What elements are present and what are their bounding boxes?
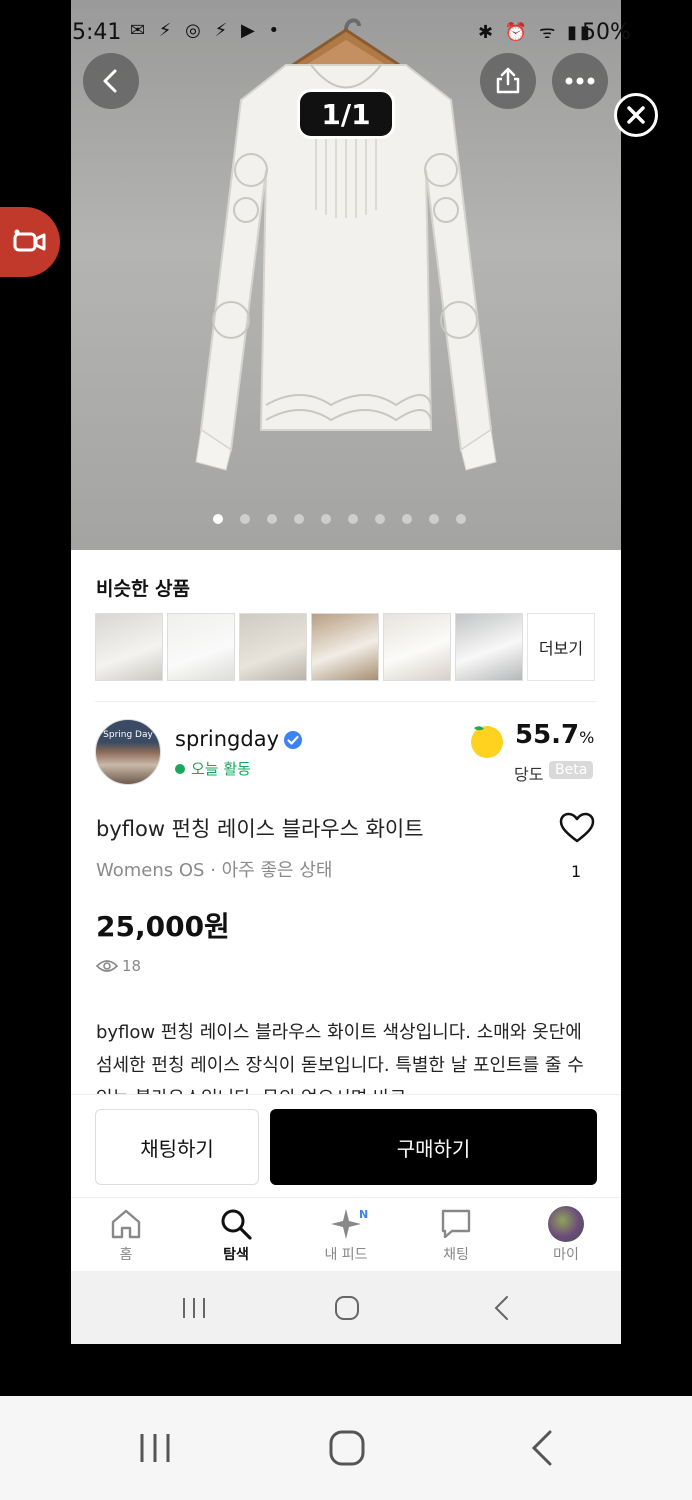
sweetness-unit: % xyxy=(579,728,595,747)
screen-recorder-icon[interactable] xyxy=(0,207,60,277)
similar-product-thumb[interactable] xyxy=(311,613,379,681)
tab-my[interactable]: 마이 xyxy=(511,1198,621,1271)
lemon-icon xyxy=(471,726,503,758)
tab-feed[interactable]: N 내 피드 xyxy=(291,1198,401,1271)
pagination-dot[interactable] xyxy=(294,514,304,524)
image-counter: 1/1 xyxy=(297,89,395,139)
close-icon[interactable] xyxy=(614,93,658,137)
eye-icon xyxy=(96,960,118,972)
pagination-dot[interactable] xyxy=(321,514,331,524)
seller-avatar[interactable]: Spring Day xyxy=(95,719,161,785)
feed-new-badge: N xyxy=(359,1208,369,1221)
product-price: 25,000원 xyxy=(96,910,230,943)
avatar-sign-text: Spring Day xyxy=(103,730,153,740)
product-image[interactable]: 1/1 xyxy=(71,0,621,550)
bottom-tab-bar: 홈 탐색 N 내 피드 채팅 마이 xyxy=(71,1197,621,1271)
pagination-dot[interactable] xyxy=(348,514,358,524)
back-button[interactable] xyxy=(83,53,139,109)
app-window: 1/1 비슷한 상품 더보기 Spring Day springday 오늘 활… xyxy=(71,0,621,1344)
system-nav-bar xyxy=(0,1396,692,1500)
chevron-left-icon xyxy=(103,69,117,93)
pagination-dot[interactable] xyxy=(429,514,439,524)
home-icon xyxy=(111,1209,141,1239)
image-pagination[interactable] xyxy=(213,514,466,524)
see-more-button[interactable]: 더보기 xyxy=(527,613,595,681)
similar-section-title: 비슷한 상품 xyxy=(96,578,191,600)
chat-icon xyxy=(441,1209,471,1239)
product-description: byflow 펀칭 레이스 블라우스 화이트 색상입니다. 소매와 옷단에 섬세… xyxy=(96,1022,584,1094)
profile-icon xyxy=(548,1206,584,1242)
product-meta: Womens OS · 아주 좋은 상태 xyxy=(96,860,333,881)
pagination-dot[interactable] xyxy=(402,514,412,524)
tab-label: 탐색 xyxy=(223,1247,249,1263)
verified-badge-icon xyxy=(284,731,302,749)
tab-label: 마이 xyxy=(553,1247,579,1263)
pagination-dot[interactable] xyxy=(240,514,250,524)
pagination-dot[interactable] xyxy=(456,514,466,524)
similar-product-thumb[interactable] xyxy=(95,613,163,681)
view-count-text: 18 xyxy=(122,957,142,975)
back-nav-icon[interactable] xyxy=(522,1428,562,1468)
share-icon xyxy=(496,67,520,94)
pagination-dot[interactable] xyxy=(375,514,385,524)
home-nav-icon[interactable] xyxy=(332,1293,362,1323)
tab-label: 채팅 xyxy=(443,1247,469,1263)
pagination-dot[interactable] xyxy=(213,514,223,524)
product-title: byflow 펀칭 레이스 블라우스 화이트 xyxy=(96,817,424,841)
sweetness-score: 55.7% xyxy=(515,720,594,750)
notification-icons: ✉ ⚡ ◎ ⚡ ▶ • xyxy=(130,20,284,41)
similar-products-row: 더보기 xyxy=(95,613,595,681)
heart-icon[interactable] xyxy=(559,812,595,844)
more-button[interactable] xyxy=(552,53,608,109)
tab-label: 내 피드 xyxy=(324,1247,368,1263)
status-bar: 5:41 ✉ ⚡ ◎ ⚡ ▶ • ✱ ⏰ ᯤ ▮▮ 50% xyxy=(0,18,692,50)
similar-product-thumb[interactable] xyxy=(167,613,235,681)
tab-search[interactable]: 탐색 xyxy=(181,1198,291,1271)
back-nav-icon[interactable] xyxy=(487,1293,517,1323)
action-bar: 채팅하기 구매하기 xyxy=(71,1094,621,1196)
divider xyxy=(95,701,597,702)
home-nav-icon[interactable] xyxy=(327,1428,367,1468)
similar-product-thumb[interactable] xyxy=(455,613,523,681)
chat-button[interactable]: 채팅하기 xyxy=(95,1109,259,1185)
similar-product-thumb[interactable] xyxy=(383,613,451,681)
seller-name[interactable]: springday xyxy=(175,727,279,751)
like-count: 1 xyxy=(571,862,582,881)
system-icons: ✱ ⏰ ᯤ ▮▮ xyxy=(478,22,593,43)
sweetness-label: 당도 xyxy=(514,765,544,784)
tab-label: 홈 xyxy=(119,1247,133,1263)
battery-level: 50% xyxy=(582,20,631,45)
similar-product-thumb[interactable] xyxy=(239,613,307,681)
seller-activity-status: 오늘 활동 xyxy=(175,758,251,779)
more-dots-icon xyxy=(565,77,595,85)
tab-chat[interactable]: 채팅 xyxy=(401,1198,511,1271)
buy-button[interactable]: 구매하기 xyxy=(270,1109,597,1185)
share-button[interactable] xyxy=(480,53,536,109)
sweetness-value: 55.7 xyxy=(515,720,580,750)
beta-badge: Beta xyxy=(549,761,594,779)
phone-screen: 5:41 ✉ ⚡ ◎ ⚡ ▶ • ✱ ⏰ ᯤ ▮▮ 50% 1/1 비슷한 상품… xyxy=(0,0,692,1500)
view-count: 18 xyxy=(96,957,141,975)
recent-apps-icon[interactable] xyxy=(179,1293,209,1323)
inner-system-nav xyxy=(71,1271,621,1344)
search-icon xyxy=(221,1209,252,1240)
pagination-dot[interactable] xyxy=(267,514,277,524)
status-time: 5:41 xyxy=(72,20,122,45)
seller-status-text: 오늘 활동 xyxy=(191,760,251,778)
online-dot-icon xyxy=(175,763,185,774)
recent-apps-icon[interactable] xyxy=(135,1428,175,1468)
tab-home[interactable]: 홈 xyxy=(71,1198,181,1271)
